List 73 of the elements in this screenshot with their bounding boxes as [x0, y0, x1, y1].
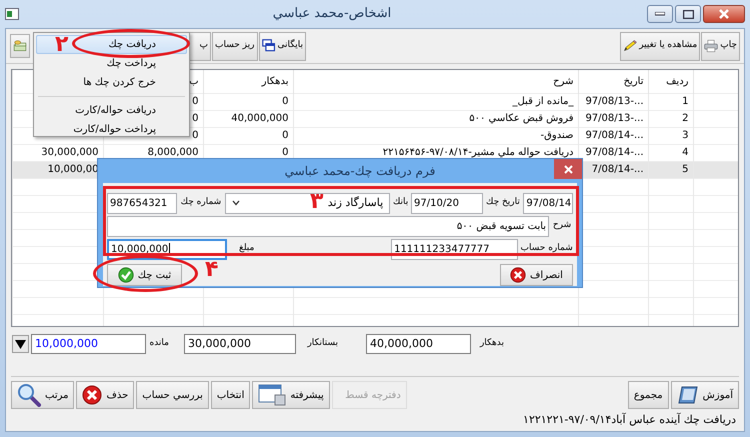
delete-icon — [82, 385, 102, 405]
annotation-number: ۳ — [310, 191, 324, 213]
field-label: بدهکار — [478, 337, 504, 350]
annotation-number: ۲ — [55, 34, 68, 56]
toolbar-button[interactable]: چاپ — [701, 32, 740, 60]
input-field[interactable]: 97/10/20 — [411, 192, 483, 214]
field-label: بستانکار — [306, 337, 338, 350]
table-cell: صندوق- — [293, 127, 578, 144]
window-icon — [258, 384, 286, 406]
close-icon — [719, 9, 729, 19]
toolbar-button[interactable]: مشاهده یا تغییر — [620, 32, 700, 60]
column-header[interactable]: بدهکار — [203, 70, 293, 93]
dropdown-button[interactable] — [12, 335, 29, 353]
toolbar-button[interactable]: بایگانی — [258, 32, 306, 60]
toolbar-button[interactable]: ریز حساب — [212, 32, 258, 60]
field-label: شماره چك — [180, 196, 222, 210]
action-button[interactable]: بررسي حساب — [136, 381, 209, 409]
dialog-title: فرم دریافت چك-محمد عباسي — [284, 163, 436, 180]
app-icon — [5, 8, 19, 20]
maximize-button[interactable] — [675, 5, 701, 23]
field-label: مبلغ — [238, 242, 256, 256]
table-cell: 0 — [203, 127, 293, 144]
total-field: 30,000,000 — [184, 334, 296, 354]
action-button[interactable]: انتخاب — [210, 381, 250, 409]
field-label: شماره حساب — [520, 242, 573, 256]
field-label: مانده — [149, 337, 169, 350]
table-cell[interactable]: 2 — [648, 110, 693, 127]
table-cell[interactable]: 3 — [648, 127, 693, 144]
action-button[interactable]: مجموع — [628, 381, 669, 409]
total-field: 40,000,000 — [366, 334, 471, 354]
menu-item[interactable]: خرج کردن چك ها — [36, 73, 187, 92]
input-field[interactable]: 987654321 — [107, 192, 177, 214]
field-label: تاریخ چك — [484, 196, 521, 210]
menu-item[interactable]: پرداخت چك — [36, 54, 187, 73]
action-button[interactable]: آموزش — [670, 381, 739, 409]
book-icon — [676, 385, 699, 405]
dialog-button[interactable]: ثبت چك — [107, 264, 182, 286]
triangle-down-icon — [15, 340, 26, 348]
annotation-number: ۴ — [205, 259, 218, 281]
status-text: دریافت چك آینده عباس آباد۹۷/۰۹/۱۴-۱۲۲۱۲۲۱ — [522, 412, 737, 428]
column-header[interactable]: تاریخ — [578, 70, 648, 93]
total-field: 10,000,000 — [31, 334, 146, 354]
table-cell: فروش قبض عکاسي ۵۰۰ — [293, 110, 578, 127]
table-cell: 97/08/14-... — [578, 127, 648, 144]
check-icon — [118, 267, 134, 283]
close-icon — [564, 164, 572, 174]
table-cell: 97/08/13-... — [578, 110, 648, 127]
table-cell: 97/08/13-... — [578, 93, 648, 110]
field-label: شرح — [552, 219, 572, 232]
cancel-icon — [510, 267, 526, 283]
close-button[interactable] — [554, 159, 582, 179]
action-button[interactable]: حذف — [76, 381, 134, 409]
dialog-button[interactable]: انصراف — [500, 264, 573, 286]
chevron-icon — [232, 200, 240, 206]
table-cell[interactable]: 5 — [648, 161, 693, 178]
input-field[interactable]: بابت تسویه قبض ۵۰۰ — [107, 216, 550, 236]
maximize-icon — [682, 10, 694, 18]
minimize-icon — [655, 12, 665, 16]
close-button[interactable] — [703, 5, 745, 23]
toolbar-button[interactable] — [10, 34, 30, 58]
table-cell[interactable]: 1 — [648, 93, 693, 110]
input-field[interactable]: 97/08/14 — [523, 192, 573, 214]
table-cell: _مانده از قبل_ — [293, 93, 578, 110]
field-label: بانك — [392, 196, 410, 210]
table-cell: 0 — [203, 93, 293, 110]
action-button[interactable]: پیشرفته — [252, 381, 330, 409]
column-header[interactable]: شرح — [293, 70, 578, 93]
window-title: اشخاص-محمد عباسي — [272, 5, 392, 24]
action-button[interactable]: مرتب — [11, 381, 74, 409]
table-cell: 40,000,000 — [203, 110, 293, 127]
column-header[interactable]: ردیف — [648, 70, 693, 93]
minimize-button[interactable] — [647, 5, 673, 23]
search-icon — [17, 383, 41, 407]
